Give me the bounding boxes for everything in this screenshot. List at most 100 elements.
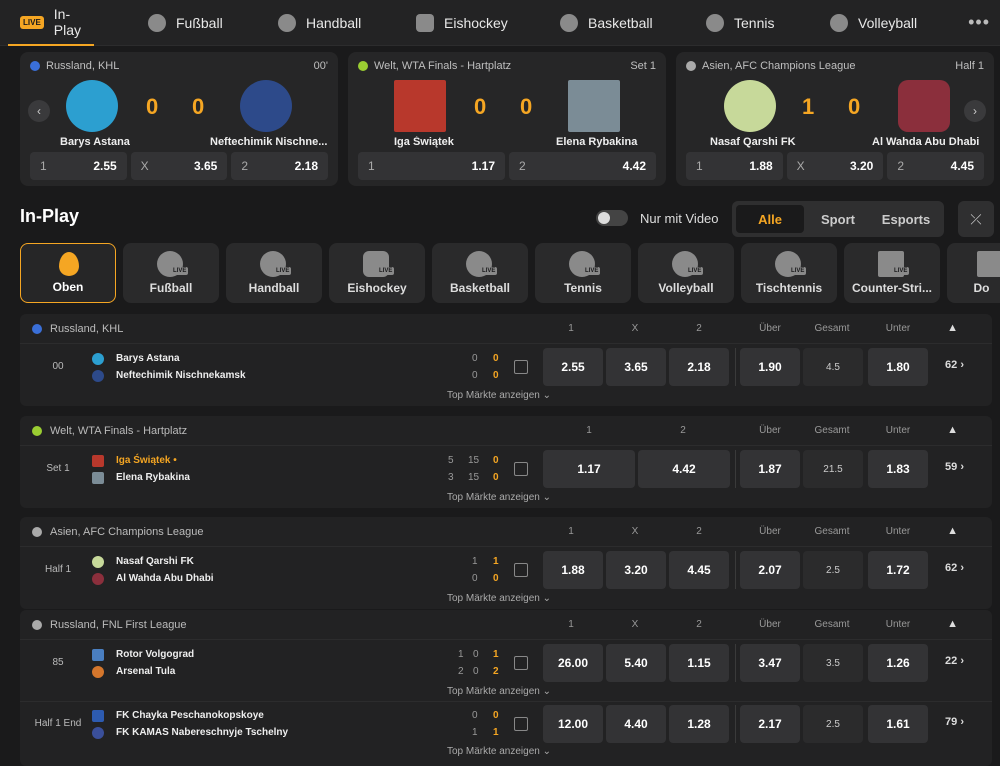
more-markets-link[interactable]: 79 ›: [945, 716, 964, 728]
sport-tile-fussball[interactable]: LIVE Fußball: [123, 243, 219, 303]
odds-button[interactable]: 3.65: [606, 348, 666, 386]
odds-button[interactable]: 26.00: [543, 644, 603, 682]
match-row[interactable]: 00 Barys Astana Neftechimik Nischnekamsk…: [20, 345, 992, 391]
odds-button[interactable]: 4.40: [606, 705, 666, 743]
top-markets-link[interactable]: Top Märkte anzeigen ⌄: [20, 686, 978, 697]
odds-button[interactable]: 4.45: [669, 551, 729, 589]
sport-tile-basketball[interactable]: LIVE Basketball: [432, 243, 528, 303]
sport-tile-eishockey[interactable]: LIVE Eishockey: [329, 243, 425, 303]
odds-button[interactable]: 1.80: [868, 348, 928, 386]
nav-item-fussball[interactable]: Fußball: [136, 0, 223, 46]
nav-item-label: Eishockey: [444, 15, 508, 31]
odds-button[interactable]: 1.72: [868, 551, 928, 589]
odds-row: 1 1.88 X 3.20 2 4.45: [686, 152, 985, 180]
featured-card[interactable]: Russland, KHL 00' ‹ 0 0 Barys Astana Nef…: [20, 52, 338, 186]
stats-icon[interactable]: [514, 563, 528, 577]
odds-button[interactable]: 1.15: [669, 644, 729, 682]
filter-sport[interactable]: Sport: [804, 205, 872, 233]
featured-card[interactable]: Welt, WTA Finals - Hartplatz Set 1 0 0 I…: [348, 52, 666, 186]
odds-button[interactable]: 2.55: [543, 348, 603, 386]
odds-button[interactable]: 2.07: [740, 551, 800, 589]
match-row[interactable]: Set 1 Iga Świątek • Elena Rybakina 5 15 …: [20, 447, 992, 493]
sport-tile-counter-strike[interactable]: LIVE Counter-Stri...: [844, 243, 940, 303]
odds-button[interactable]: 1 1.88: [686, 152, 783, 180]
odds-button[interactable]: 1.87: [740, 450, 800, 488]
carousel-next-button[interactable]: ›: [964, 100, 986, 122]
more-markets-link[interactable]: 59 ›: [945, 461, 964, 473]
chevron-up-icon[interactable]: ▲: [947, 424, 958, 436]
filter-all[interactable]: Alle: [736, 205, 804, 233]
odds-button[interactable]: 4.42: [638, 450, 730, 488]
match-row[interactable]: 85 Rotor Volgograd Arsenal Tula 1 0 1 2 …: [20, 641, 992, 687]
odds-button[interactable]: 1.83: [868, 450, 928, 488]
odds-button[interactable]: 1.17: [543, 450, 635, 488]
home-score: 5: [448, 455, 454, 466]
odds-button[interactable]: 1.26: [868, 644, 928, 682]
column-header: X: [631, 619, 639, 630]
carousel-prev-button[interactable]: ‹: [28, 100, 50, 122]
event-group: Welt, WTA Finals - Hartplatz 1 2 Über Ge…: [20, 416, 992, 508]
home-score: 0: [474, 94, 487, 119]
odds-value: 3.20: [849, 159, 874, 173]
odds-value: 2.18: [294, 159, 319, 173]
match-row[interactable]: Half 1 End FK Chayka Peschanokopskoye FK…: [20, 701, 992, 747]
top-markets-link[interactable]: Top Märkte anzeigen ⌄: [20, 492, 978, 503]
odds-button[interactable]: 1 1.17: [358, 152, 505, 180]
column-header: 1: [568, 619, 574, 630]
top-markets-link[interactable]: Top Märkte anzeigen ⌄: [20, 593, 978, 604]
odds-button[interactable]: 2 4.45: [887, 152, 985, 180]
sport-tile-handball[interactable]: LIVE Handball: [226, 243, 322, 303]
away-team-logo: [92, 573, 104, 585]
home-score: 1: [458, 649, 464, 660]
column-header: 2: [696, 323, 702, 334]
top-markets-link[interactable]: Top Märkte anzeigen ⌄: [20, 746, 978, 757]
chevron-up-icon[interactable]: ▲: [947, 525, 958, 537]
odds-button[interactable]: 12.00: [543, 705, 603, 743]
nav-item-eishockey[interactable]: Eishockey: [404, 0, 508, 46]
sport-tile-dota[interactable]: Do: [947, 243, 1000, 303]
featured-card[interactable]: Asien, AFC Champions League Half 1 1 0 N…: [676, 52, 994, 186]
nav-item-basketball[interactable]: Basketball: [548, 0, 653, 46]
stats-icon[interactable]: [514, 656, 528, 670]
odds-button[interactable]: 5.40: [606, 644, 666, 682]
more-menu-icon[interactable]: •••: [968, 12, 990, 33]
top-markets-link[interactable]: Top Märkte anzeigen ⌄: [20, 390, 978, 401]
odds-button[interactable]: X 3.65: [130, 152, 228, 180]
stats-icon[interactable]: [514, 360, 528, 374]
video-toggle[interactable]: [596, 210, 628, 226]
odds-button[interactable]: 2.17: [740, 705, 800, 743]
home-score: 0: [493, 455, 499, 466]
chevron-up-icon[interactable]: ▲: [947, 618, 958, 630]
odds-button[interactable]: X 3.20: [786, 152, 884, 180]
sport-tile-volleyball[interactable]: LIVE Volleyball: [638, 243, 734, 303]
stats-icon[interactable]: [514, 717, 528, 731]
odds-button[interactable]: 1.61: [868, 705, 928, 743]
odds-button[interactable]: 3.47: [740, 644, 800, 682]
odds-button[interactable]: 2.18: [669, 348, 729, 386]
nav-item-inplay[interactable]: LIVE In-Play: [8, 0, 94, 46]
odds-button[interactable]: 1.88: [543, 551, 603, 589]
total-line: 2.5: [803, 705, 863, 743]
stats-icon[interactable]: [514, 462, 528, 476]
sport-tile-tischtennis[interactable]: LIVE Tischtennis: [741, 243, 837, 303]
chevron-up-icon[interactable]: ▲: [947, 322, 958, 334]
sport-tile-oben[interactable]: Oben: [20, 243, 116, 303]
match-row[interactable]: Half 1 Nasaf Qarshi FK Al Wahda Abu Dhab…: [20, 548, 992, 594]
nav-item-handball[interactable]: Handball: [266, 0, 361, 46]
sport-tile-tennis[interactable]: LIVE Tennis: [535, 243, 631, 303]
soccer-ball-icon: [32, 619, 42, 630]
odds-button[interactable]: 2 2.18: [231, 152, 329, 180]
nav-item-tennis[interactable]: Tennis: [694, 0, 774, 46]
odds-button[interactable]: 1.90: [740, 348, 800, 386]
collapse-icon[interactable]: ⤫: [958, 201, 994, 237]
more-markets-link[interactable]: 22 ›: [945, 655, 964, 667]
odds-button[interactable]: 2 4.42: [509, 152, 656, 180]
odds-button[interactable]: 3.20: [606, 551, 666, 589]
odds-button[interactable]: 1 2.55: [30, 152, 127, 180]
odds-button[interactable]: 1.28: [669, 705, 729, 743]
more-markets-link[interactable]: 62 ›: [945, 359, 964, 371]
nav-item-volleyball[interactable]: Volleyball: [818, 0, 917, 46]
card-header: Russland, KHL 00': [30, 58, 328, 74]
more-markets-link[interactable]: 62 ›: [945, 562, 964, 574]
filter-esports[interactable]: Esports: [872, 205, 940, 233]
